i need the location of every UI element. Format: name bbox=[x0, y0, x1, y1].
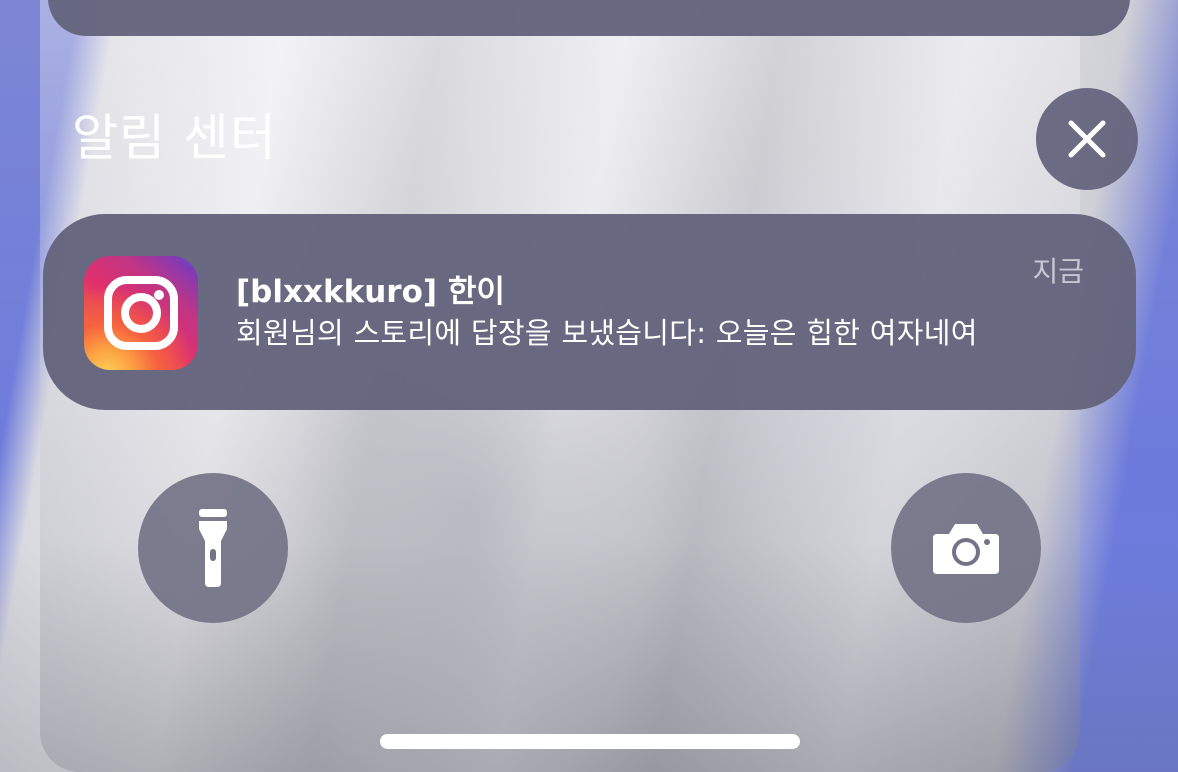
flashlight-icon bbox=[199, 509, 227, 587]
camera-button[interactable] bbox=[891, 473, 1041, 623]
notification-center-title: 알림 센터 bbox=[72, 109, 277, 167]
camera-icon bbox=[933, 524, 999, 574]
home-indicator[interactable] bbox=[380, 734, 800, 749]
flashlight-button[interactable] bbox=[138, 473, 288, 623]
notification-title: [blxxkkuro] 한이 bbox=[236, 274, 505, 310]
instagram-icon bbox=[84, 256, 198, 370]
notification-time: 지금 bbox=[1032, 255, 1084, 288]
notification-body: 회원님의 스토리에 답장을 보냈습니다: 오늘은 힙한 여자네여 bbox=[236, 316, 978, 350]
previous-notification-card[interactable] bbox=[48, 0, 1130, 36]
close-notifications-button[interactable] bbox=[1036, 88, 1138, 190]
notification-card[interactable]: [blxxkkuro] 한이 회원님의 스토리에 답장을 보냈습니다: 오늘은 … bbox=[43, 214, 1136, 410]
close-icon bbox=[1068, 120, 1106, 158]
